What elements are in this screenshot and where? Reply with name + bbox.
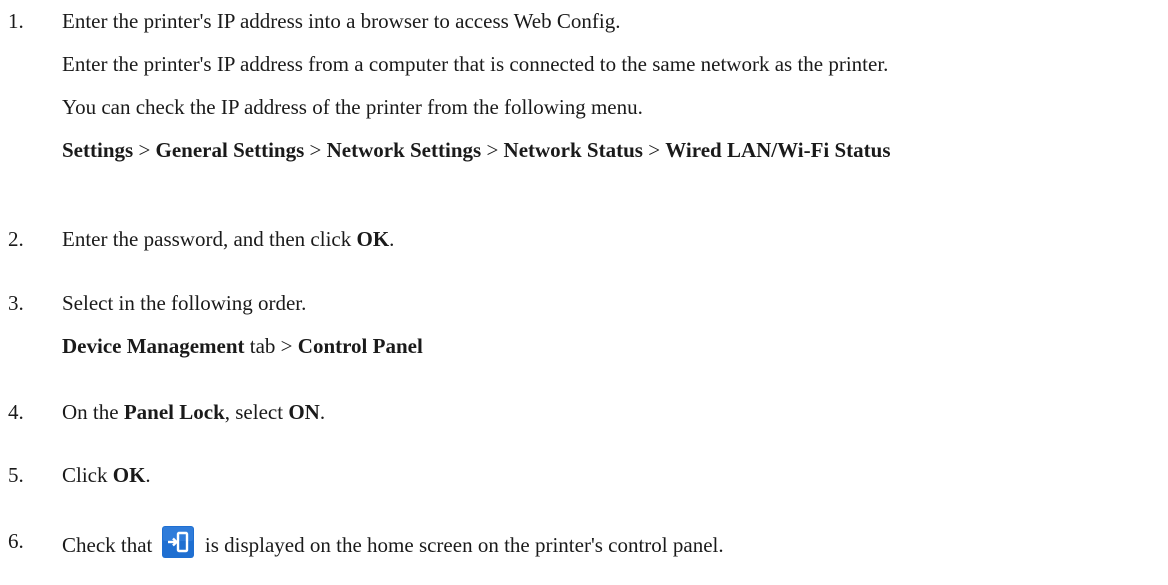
device-management-tab-label: Device Management [62, 334, 245, 358]
panel-lock-icon [161, 526, 194, 558]
menu-item-network-status: Network Status [503, 138, 643, 162]
menu-item-wired-lan-wifi-status: Wired LAN/Wi-Fi Status [665, 138, 891, 162]
panel-lock-label: Panel Lock [123, 400, 225, 424]
separator: > [304, 138, 327, 162]
step-text: Enter the printer's IP address into a br… [62, 9, 621, 33]
step-number: 5. [8, 463, 24, 487]
menu-item-network-settings: Network Settings [326, 138, 482, 162]
step-text: Enter the password, and then click OK. [62, 227, 395, 251]
step-text: You can check the IP address of the prin… [62, 95, 643, 119]
step-content: Check that is displayed on the home scre… [62, 526, 1168, 560]
step-text: Check that is displayed on the home scre… [62, 526, 1168, 560]
menu-path: Device Management tab > Control Panel [62, 334, 423, 358]
menu-item-general-settings: General Settings [155, 138, 305, 162]
step-content: Select in the following order. Device Ma… [62, 288, 1168, 361]
control-panel-label: Control Panel [297, 334, 423, 358]
menu-path: Settings > General Settings > Network Se… [62, 135, 1168, 165]
step-number: 6. [8, 529, 24, 553]
step-text: Enter the printer's IP address from a co… [62, 52, 889, 76]
step-number: 1. [8, 9, 24, 33]
step-number: 4. [8, 400, 24, 424]
step-text: Click OK. [62, 463, 151, 487]
menu-item-settings: Settings [62, 138, 134, 162]
separator: > [642, 138, 666, 162]
step-text: Select in the following order. [62, 291, 307, 315]
separator: > [481, 138, 504, 162]
ok-label: OK [356, 227, 390, 251]
ok-label: OK [112, 463, 146, 487]
step-content: Enter the printer's IP address into a br… [62, 6, 1168, 165]
separator: > [133, 138, 156, 162]
step-text: On the Panel Lock, select ON. [62, 400, 326, 424]
step-content: Click OK. [62, 460, 1168, 490]
step-number: 2. [8, 227, 24, 251]
step-number: 3. [8, 291, 24, 315]
on-label: ON [288, 400, 320, 424]
step-content: Enter the password, and then click OK. [62, 224, 1168, 254]
step-content: On the Panel Lock, select ON. [62, 397, 1168, 427]
